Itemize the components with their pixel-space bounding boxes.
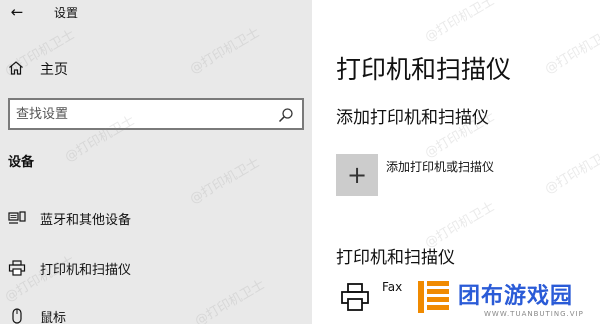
- home-icon: [9, 61, 23, 75]
- title-bar: ← 设置: [0, 0, 312, 24]
- sidebar-item-label: 主页: [40, 62, 68, 78]
- printer-name: Fax: [382, 280, 403, 294]
- search-input[interactable]: [16, 104, 266, 124]
- bluetooth-devices-icon: [8, 211, 26, 224]
- sidebar-item-bluetooth[interactable]: 蓝牙和其他设备: [0, 200, 312, 236]
- sidebar-item-label: 鼠标: [40, 311, 67, 324]
- search-icon[interactable]: [278, 107, 294, 123]
- add-printer-button[interactable]: + 添加打印机或扫描仪: [336, 154, 566, 196]
- sidebar-item-mouse[interactable]: 鼠标: [0, 298, 312, 324]
- section-header: 设备: [8, 155, 35, 170]
- plus-icon: +: [346, 161, 368, 189]
- sidebar-item-home[interactable]: 主页: [0, 50, 312, 86]
- app-title: 设置: [54, 6, 79, 20]
- back-button[interactable]: ←: [6, 3, 28, 21]
- add-tile: +: [336, 154, 378, 196]
- brand-logo: 团布游戏园 WWW.TUANBUTING.VIP: [414, 272, 600, 324]
- sidebar-item-label: 打印机和扫描仪: [40, 263, 132, 278]
- page-title: 打印机和扫描仪: [336, 55, 512, 84]
- sidebar: ← 设置 主页 设备 蓝牙和其他设备 打印机和扫描仪: [0, 0, 312, 324]
- brand-url: WWW.TUANBUTING.VIP: [484, 310, 584, 318]
- sidebar-item-label: 蓝牙和其他设备: [40, 213, 132, 228]
- brand-name: 团布游戏园: [458, 284, 574, 309]
- brand-mark-icon: [418, 281, 449, 313]
- printers-list-heading: 打印机和扫描仪: [336, 248, 455, 268]
- add-printer-label: 添加打印机或扫描仪: [386, 160, 495, 174]
- mouse-icon: [12, 308, 22, 324]
- search-box[interactable]: [8, 98, 304, 130]
- add-section-heading: 添加打印机和扫描仪: [336, 108, 489, 128]
- sidebar-item-printers[interactable]: 打印机和扫描仪: [0, 250, 312, 286]
- printer-icon: [8, 260, 26, 276]
- printer-icon: [341, 283, 369, 311]
